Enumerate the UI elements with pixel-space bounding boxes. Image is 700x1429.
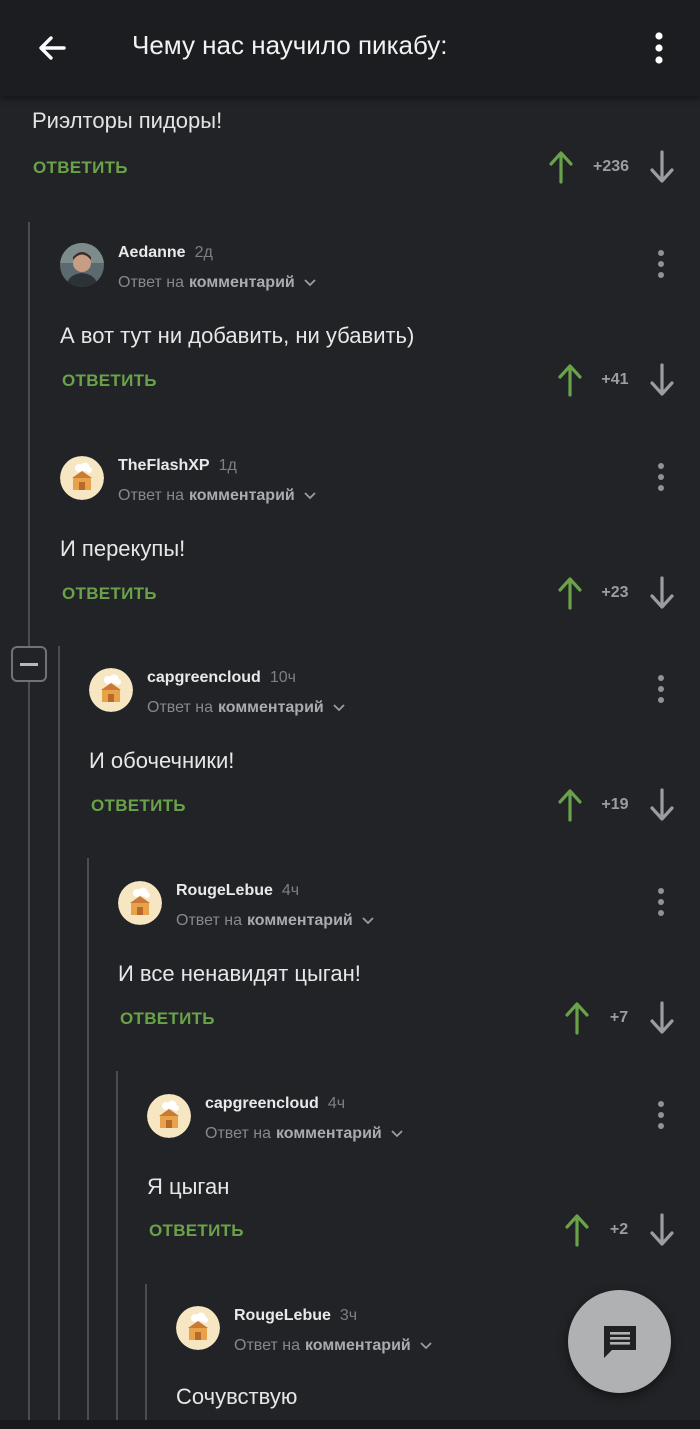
downvote-icon[interactable]	[649, 1001, 675, 1035]
write-comment-button[interactable]	[568, 1290, 671, 1393]
chevron-down-icon	[304, 279, 316, 287]
comment: capgreencloud 4ч Ответ на комментарий Я цы…	[147, 1094, 700, 1306]
reply-button[interactable]: ОТВЕТИТЬ	[33, 158, 128, 178]
comment-more-icon[interactable]	[656, 674, 666, 704]
top-bar: Чему нас научило пикабу:	[0, 0, 700, 96]
avatar[interactable]	[89, 668, 133, 712]
page-title: Чему нас научило пикабу:	[132, 30, 448, 60]
comment-time: 3ч	[339, 1307, 358, 1324]
thread-line	[28, 682, 30, 1420]
downvote-icon[interactable]	[649, 788, 675, 822]
vote-score: +236	[592, 158, 630, 175]
comment-time: 4ч	[327, 1095, 346, 1112]
reply-to-link[interactable]: Ответ на комментарий	[118, 487, 317, 505]
comment-time: 10ч	[269, 669, 296, 686]
thread-line	[87, 858, 89, 1420]
avatar[interactable]	[60, 243, 104, 287]
comment-more-icon[interactable]	[656, 249, 666, 279]
comment-text: И обочечники!	[89, 748, 235, 773]
comment-text: Я цыган	[147, 1174, 230, 1199]
comment-time: 4ч	[281, 882, 300, 899]
avatar[interactable]	[118, 881, 162, 925]
vertical-dots-icon	[655, 32, 663, 64]
more-menu-button[interactable]	[644, 26, 674, 70]
back-button[interactable]	[30, 26, 74, 70]
upvote-icon[interactable]	[557, 363, 583, 397]
reply-to-link[interactable]: Ответ на комментарий	[147, 699, 346, 717]
chevron-down-icon	[420, 1342, 432, 1350]
avatar[interactable]	[176, 1306, 220, 1350]
downvote-icon[interactable]	[649, 150, 675, 184]
bottom-edge	[0, 1420, 700, 1429]
comment-text: И все ненавидят цыган!	[118, 961, 361, 986]
comment-icon	[603, 1325, 636, 1358]
thread-line	[116, 1071, 118, 1420]
chevron-down-icon	[391, 1130, 403, 1138]
comment-text: И перекупы!	[60, 536, 186, 561]
thread-line	[28, 222, 30, 646]
avatar[interactable]	[60, 456, 104, 500]
downvote-icon[interactable]	[649, 1213, 675, 1247]
upvote-icon[interactable]	[557, 788, 583, 822]
downvote-icon[interactable]	[649, 363, 675, 397]
vote-score: +19	[601, 796, 629, 813]
comment-author[interactable]: Aedanne 2д	[118, 244, 213, 262]
upvote-icon[interactable]	[557, 576, 583, 610]
avatar[interactable]	[147, 1094, 191, 1138]
comment-author[interactable]: TheFlashXP 1д	[118, 457, 237, 475]
chevron-down-icon	[362, 917, 374, 925]
comment: Aedanne 2д Ответ на комментарий А вот тут …	[60, 243, 700, 455]
comment: capgreencloud 10ч Ответ на комментарий И о…	[89, 668, 700, 880]
root-comment-text: Риэлторы пидоры!	[32, 108, 223, 133]
arrow-left-icon	[39, 36, 66, 60]
upvote-icon[interactable]	[564, 1001, 590, 1035]
upvote-icon[interactable]	[548, 150, 574, 184]
collapse-thread-button[interactable]	[11, 646, 47, 682]
comment: RougeLebue 3ч Ответ на комментарий Сочувст…	[176, 1306, 576, 1420]
reply-to-link[interactable]: Ответ на комментарий	[118, 274, 317, 292]
comment-text: А вот тут ни добавить, ни убавить)	[60, 323, 415, 348]
comment-author[interactable]: capgreencloud 4ч	[205, 1095, 345, 1113]
reply-to-link[interactable]: Ответ на комментарий	[234, 1337, 433, 1355]
comment-author[interactable]: capgreencloud 10ч	[147, 669, 296, 687]
vote-score: +41	[601, 371, 629, 388]
comment-author[interactable]: RougeLebue 3ч	[234, 1307, 357, 1325]
comment-author[interactable]: RougeLebue 4ч	[176, 882, 299, 900]
vote-score: +7	[609, 1009, 629, 1026]
comment: TheFlashXP 1д Ответ на комментарий И перек…	[60, 456, 700, 668]
reply-to-link[interactable]: Ответ на комментарий	[205, 1125, 404, 1143]
comment-text: Сочувствую	[176, 1384, 298, 1409]
reply-button[interactable]: ОТВЕТИТЬ	[91, 796, 186, 816]
comment-time: 1д	[218, 457, 237, 474]
comment-more-icon[interactable]	[656, 887, 666, 917]
comment: RougeLebue 4ч Ответ на комментарий И все н…	[118, 881, 700, 1093]
chevron-down-icon	[333, 704, 345, 712]
downvote-icon[interactable]	[649, 576, 675, 610]
comment-more-icon[interactable]	[656, 462, 666, 492]
comment-more-icon[interactable]	[656, 1100, 666, 1130]
vote-score: +23	[601, 584, 629, 601]
reply-button[interactable]: ОТВЕТИТЬ	[62, 584, 157, 604]
chevron-down-icon	[304, 492, 316, 500]
reply-button[interactable]: ОТВЕТИТЬ	[120, 1009, 215, 1029]
reply-to-link[interactable]: Ответ на комментарий	[176, 912, 375, 930]
vote-score: +2	[609, 1221, 629, 1238]
comment-time: 2д	[194, 244, 213, 261]
reply-button[interactable]: ОТВЕТИТЬ	[62, 371, 157, 391]
thread-line	[58, 646, 60, 1420]
upvote-icon[interactable]	[564, 1213, 590, 1247]
reply-button[interactable]: ОТВЕТИТЬ	[149, 1221, 244, 1241]
